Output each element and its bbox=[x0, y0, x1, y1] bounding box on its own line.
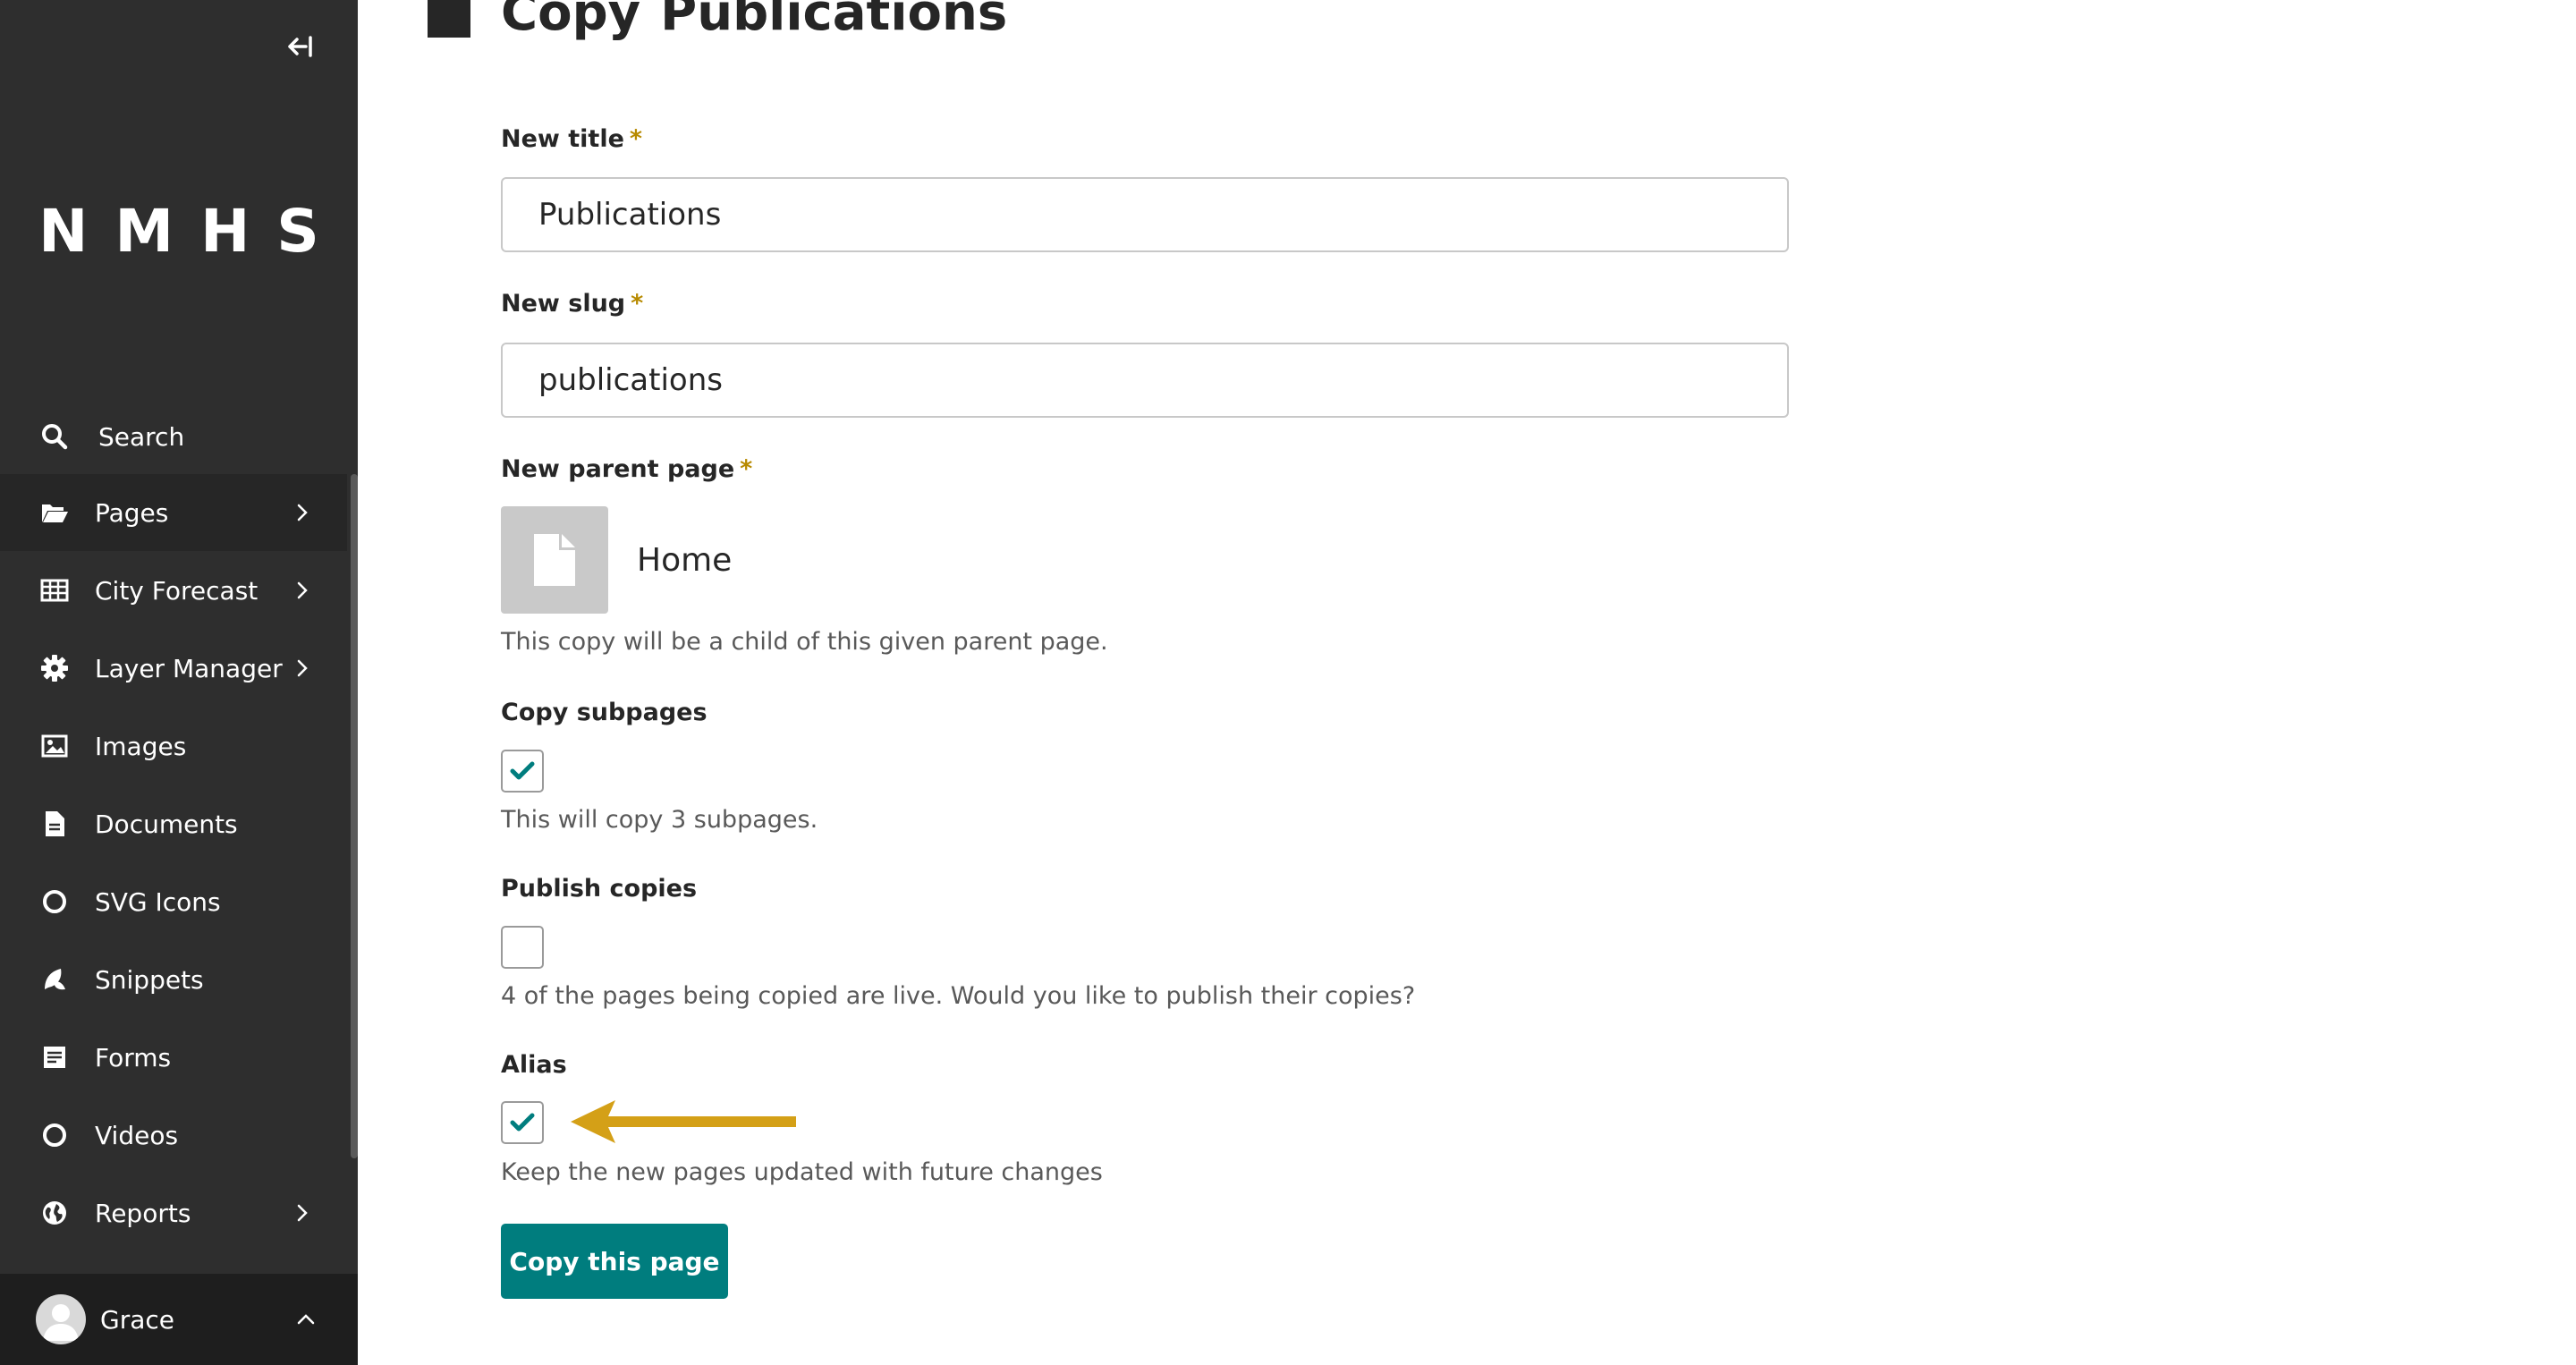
sidebar-item-label: Forms bbox=[95, 1042, 172, 1072]
publish-copies-checkbox[interactable] bbox=[501, 926, 544, 969]
required-marker: * bbox=[629, 125, 643, 153]
sidebar-item-label: City Forecast bbox=[95, 575, 258, 606]
new-parent-page-label-text: New parent page bbox=[501, 455, 735, 483]
sidebar: NMHS Search Pages City Forecast Layer Ma… bbox=[0, 0, 358, 1365]
sidebar-item-videos[interactable]: Videos bbox=[0, 1097, 347, 1174]
parent-page-title: Home bbox=[637, 541, 733, 579]
publish-copies-help: 4 of the pages being copied are live. Wo… bbox=[501, 982, 1416, 1010]
site-logo[interactable]: NMHS bbox=[0, 197, 358, 266]
page-title: Copy Publications bbox=[501, 0, 1007, 42]
document-icon bbox=[534, 534, 575, 586]
sidebar-item-label: Reports bbox=[95, 1198, 191, 1228]
sidebar-item-label: Videos bbox=[95, 1120, 179, 1150]
alias-checkbox[interactable] bbox=[501, 1101, 544, 1144]
form-icon bbox=[39, 1042, 70, 1072]
image-icon bbox=[39, 731, 70, 761]
page-icon bbox=[428, 0, 470, 38]
sidebar-item-label: Layer Manager bbox=[95, 653, 283, 683]
account-name: Grace bbox=[100, 1304, 174, 1335]
required-marker: * bbox=[631, 290, 644, 318]
parent-page-help: This copy will be a child of this given … bbox=[501, 628, 1108, 656]
circle-icon bbox=[39, 886, 70, 917]
sidebar-scrollbar[interactable] bbox=[351, 474, 358, 1158]
parent-page-chooser[interactable]: Home bbox=[501, 506, 732, 614]
sidebar-item-label: Images bbox=[95, 731, 187, 761]
page-title-action: Copy bbox=[501, 0, 641, 42]
snippet-icon bbox=[39, 964, 70, 995]
folder-open-icon bbox=[39, 497, 70, 528]
sidebar-item-label: Snippets bbox=[95, 964, 204, 995]
sidebar-item-search[interactable]: Search bbox=[0, 398, 347, 475]
sidebar-item-svg-icons[interactable]: SVG Icons bbox=[0, 863, 347, 940]
copy-subpages-help: This will copy 3 subpages. bbox=[501, 806, 818, 834]
account-menu[interactable]: Grace bbox=[0, 1274, 358, 1365]
parent-page-thumbnail bbox=[501, 506, 608, 614]
sidebar-item-snippets[interactable]: Snippets bbox=[0, 941, 347, 1018]
sidebar-item-label: Pages bbox=[95, 497, 169, 528]
chevron-right-icon bbox=[292, 657, 313, 679]
copy-subpages-checkbox[interactable] bbox=[501, 750, 544, 793]
copy-subpages-label: Copy subpages bbox=[501, 699, 708, 726]
checkmark-icon bbox=[510, 761, 535, 780]
document-icon bbox=[39, 809, 70, 839]
globe-icon bbox=[39, 1198, 70, 1228]
checkmark-icon bbox=[510, 1113, 535, 1132]
page-title-name: Publications bbox=[660, 0, 1008, 42]
circle-icon bbox=[39, 1120, 70, 1150]
alias-help: Keep the new pages updated with future c… bbox=[501, 1158, 1103, 1186]
sidebar-item-label: Search bbox=[98, 421, 185, 452]
sidebar-item-label: Documents bbox=[95, 809, 238, 839]
publish-copies-label: Publish copies bbox=[501, 875, 698, 903]
new-title-label: New title * bbox=[501, 125, 642, 153]
annotation-arrow-icon bbox=[571, 1100, 796, 1143]
sidebar-item-city-forecast[interactable]: City Forecast bbox=[0, 552, 347, 629]
collapse-icon bbox=[288, 36, 312, 57]
sidebar-item-forms[interactable]: Forms bbox=[0, 1019, 347, 1096]
new-slug-label: New slug * bbox=[501, 290, 643, 318]
new-slug-label-text: New slug bbox=[501, 290, 626, 318]
chevron-up-icon bbox=[295, 1309, 317, 1330]
gear-icon bbox=[39, 653, 70, 683]
required-marker: * bbox=[740, 455, 753, 483]
new-title-label-text: New title bbox=[501, 125, 624, 153]
sidebar-item-label: SVG Icons bbox=[95, 886, 221, 917]
chevron-right-icon bbox=[292, 1202, 313, 1224]
sidebar-item-pages[interactable]: Pages bbox=[0, 474, 347, 551]
collapse-sidebar-button[interactable] bbox=[279, 27, 318, 66]
chevron-right-icon bbox=[292, 580, 313, 601]
new-title-input[interactable] bbox=[501, 177, 1789, 252]
new-slug-input[interactable] bbox=[501, 343, 1789, 418]
sidebar-item-layer-manager[interactable]: Layer Manager bbox=[0, 630, 347, 707]
search-icon bbox=[39, 421, 70, 452]
sidebar-item-reports[interactable]: Reports bbox=[0, 1174, 347, 1251]
sidebar-item-images[interactable]: Images bbox=[0, 708, 347, 784]
new-parent-page-label: New parent page * bbox=[501, 455, 752, 483]
table-icon bbox=[39, 575, 70, 606]
copy-this-page-button[interactable]: Copy this page bbox=[501, 1224, 728, 1299]
chevron-right-icon bbox=[292, 502, 313, 523]
sidebar-item-documents[interactable]: Documents bbox=[0, 785, 347, 862]
alias-label: Alias bbox=[501, 1051, 567, 1079]
avatar bbox=[36, 1294, 86, 1344]
